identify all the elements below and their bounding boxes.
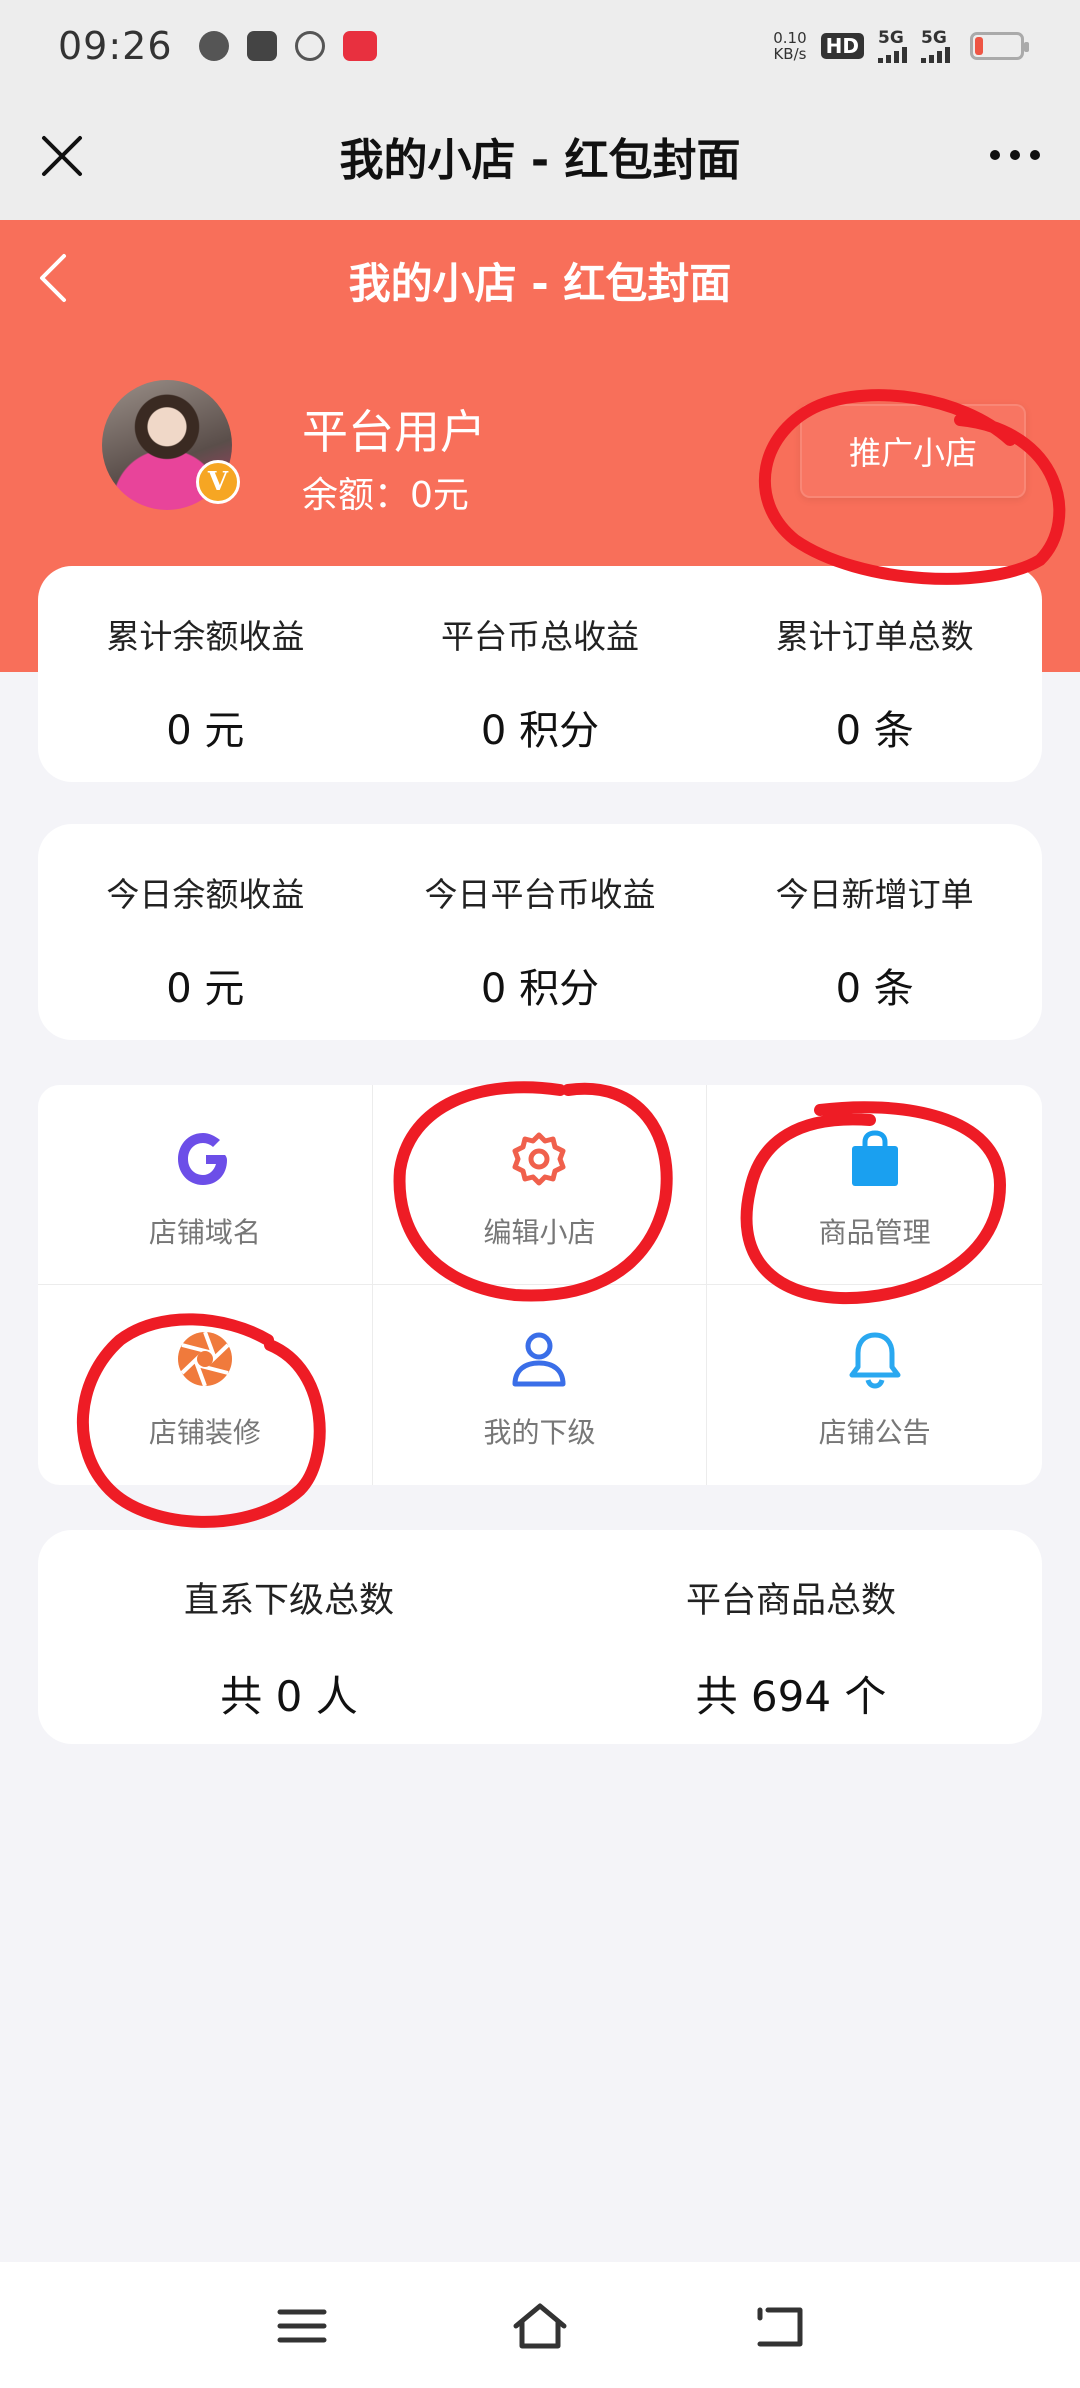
- menu-icon[interactable]: [272, 2298, 332, 2354]
- bell-icon: [843, 1327, 907, 1391]
- user-name: 平台用户: [302, 405, 486, 459]
- menu-item-product-management[interactable]: 商品管理: [707, 1085, 1042, 1285]
- home-icon[interactable]: [510, 2298, 570, 2354]
- more-options-icon[interactable]: [990, 150, 1040, 160]
- menu-item-my-subordinates[interactable]: 我的下级: [373, 1285, 708, 1485]
- stat-label: 今日余额收益: [106, 875, 305, 914]
- vip-badge: V: [196, 460, 240, 504]
- top-nav-bar: 我的小店 - 红包封面: [0, 92, 1080, 220]
- app-notification-icon: [342, 31, 377, 61]
- stat-today-balance[interactable]: 今日余额收益 0 元: [38, 824, 373, 1040]
- stat-label: 今日平台币收益: [424, 875, 656, 914]
- stat-total-orders[interactable]: 累计订单总数 0 条: [707, 566, 1042, 782]
- shopping-bag-icon: [843, 1127, 907, 1191]
- stat-today-coins[interactable]: 今日平台币收益 0 积分: [373, 824, 708, 1040]
- sim1-label: 5G: [878, 28, 904, 48]
- stat-platform-products[interactable]: 平台商品总数 共 694 个: [540, 1530, 1042, 1744]
- signal-sim1-icon: 5G: [878, 29, 907, 63]
- balance-text: 余额：0元: [302, 475, 469, 516]
- menu-label: 店铺装修: [148, 1416, 261, 1449]
- stat-value: 0 元: [166, 708, 245, 754]
- network-speed-value: 0.10: [773, 29, 807, 47]
- user-icon: [507, 1327, 571, 1391]
- shop-menu-grid: 店铺域名 编辑小店 商品管理 店铺装修 我的下级 店铺公告: [38, 1085, 1042, 1485]
- gear-icon: [507, 1127, 571, 1191]
- menu-label: 编辑小店: [483, 1216, 596, 1249]
- wechat-notification-icon: [198, 31, 229, 61]
- stat-direct-subordinates[interactable]: 直系下级总数 共 0 人: [38, 1530, 540, 1744]
- stat-total-coins[interactable]: 平台币总收益 0 积分: [373, 566, 708, 782]
- menu-label: 店铺域名: [148, 1216, 261, 1249]
- stat-today-orders[interactable]: 今日新增订单 0 条: [707, 824, 1042, 1040]
- signal-sim2-icon: 5G: [921, 29, 950, 63]
- video-notification-icon: [246, 31, 277, 61]
- stat-value: 0 积分: [480, 708, 600, 754]
- menu-item-shop-domain[interactable]: 店铺域名: [38, 1085, 373, 1285]
- system-navigation-bar: [0, 2262, 1080, 2388]
- stat-label: 直系下级总数: [183, 1581, 394, 1621]
- stat-label: 今日新增订单: [775, 875, 974, 914]
- stat-label: 累计订单总数: [775, 617, 974, 656]
- network-speed: 0.10 KB/s: [773, 30, 806, 62]
- back-icon[interactable]: [750, 2298, 810, 2354]
- stat-total-balance[interactable]: 累计余额收益 0 元: [38, 566, 373, 782]
- menu-item-shop-announcement[interactable]: 店铺公告: [707, 1285, 1042, 1485]
- hd-icon: HD: [820, 33, 864, 59]
- clock: 09:26: [58, 24, 173, 68]
- page-title: 我的小店 - 红包封面: [339, 135, 741, 186]
- chat-notification-icon: [294, 31, 325, 61]
- aperture-icon: [173, 1327, 237, 1391]
- today-stats-card: 今日余额收益 0 元 今日平台币收益 0 积分 今日新增订单 0 条: [38, 824, 1042, 1040]
- stat-value: 0 条: [835, 966, 914, 1012]
- stat-value: 0 元: [166, 966, 245, 1012]
- menu-label: 我的下级: [483, 1416, 596, 1449]
- menu-item-shop-decoration[interactable]: 店铺装修: [38, 1285, 373, 1485]
- stat-value: 0 条: [835, 708, 914, 754]
- google-g-icon: [173, 1127, 237, 1191]
- sim2-label: 5G: [921, 28, 947, 48]
- stat-value: 共 0 人: [220, 1672, 358, 1721]
- stat-label: 平台商品总数: [685, 1581, 896, 1621]
- status-bar: 09:26 0.10 KB/s HD 5G 5G: [0, 0, 1080, 92]
- stat-label: 平台币总收益: [441, 617, 639, 656]
- close-icon[interactable]: [34, 128, 90, 184]
- stat-label: 累计余额收益: [106, 617, 305, 656]
- menu-label: 商品管理: [818, 1216, 931, 1249]
- shop-title: 我的小店 - 红包封面: [348, 259, 732, 308]
- stat-value: 0 积分: [480, 966, 600, 1012]
- bottom-stats-card: 直系下级总数 共 0 人 平台商品总数 共 694 个: [38, 1530, 1042, 1744]
- total-stats-card: 累计余额收益 0 元 平台币总收益 0 积分 累计订单总数 0 条: [38, 566, 1042, 782]
- menu-item-edit-shop[interactable]: 编辑小店: [372, 1085, 708, 1285]
- battery-icon: [970, 32, 1029, 60]
- network-speed-unit: KB/s: [773, 45, 807, 63]
- menu-label: 店铺公告: [818, 1416, 931, 1449]
- promote-shop-button[interactable]: 推广小店: [800, 404, 1026, 498]
- stat-value: 共 694 个: [695, 1672, 887, 1721]
